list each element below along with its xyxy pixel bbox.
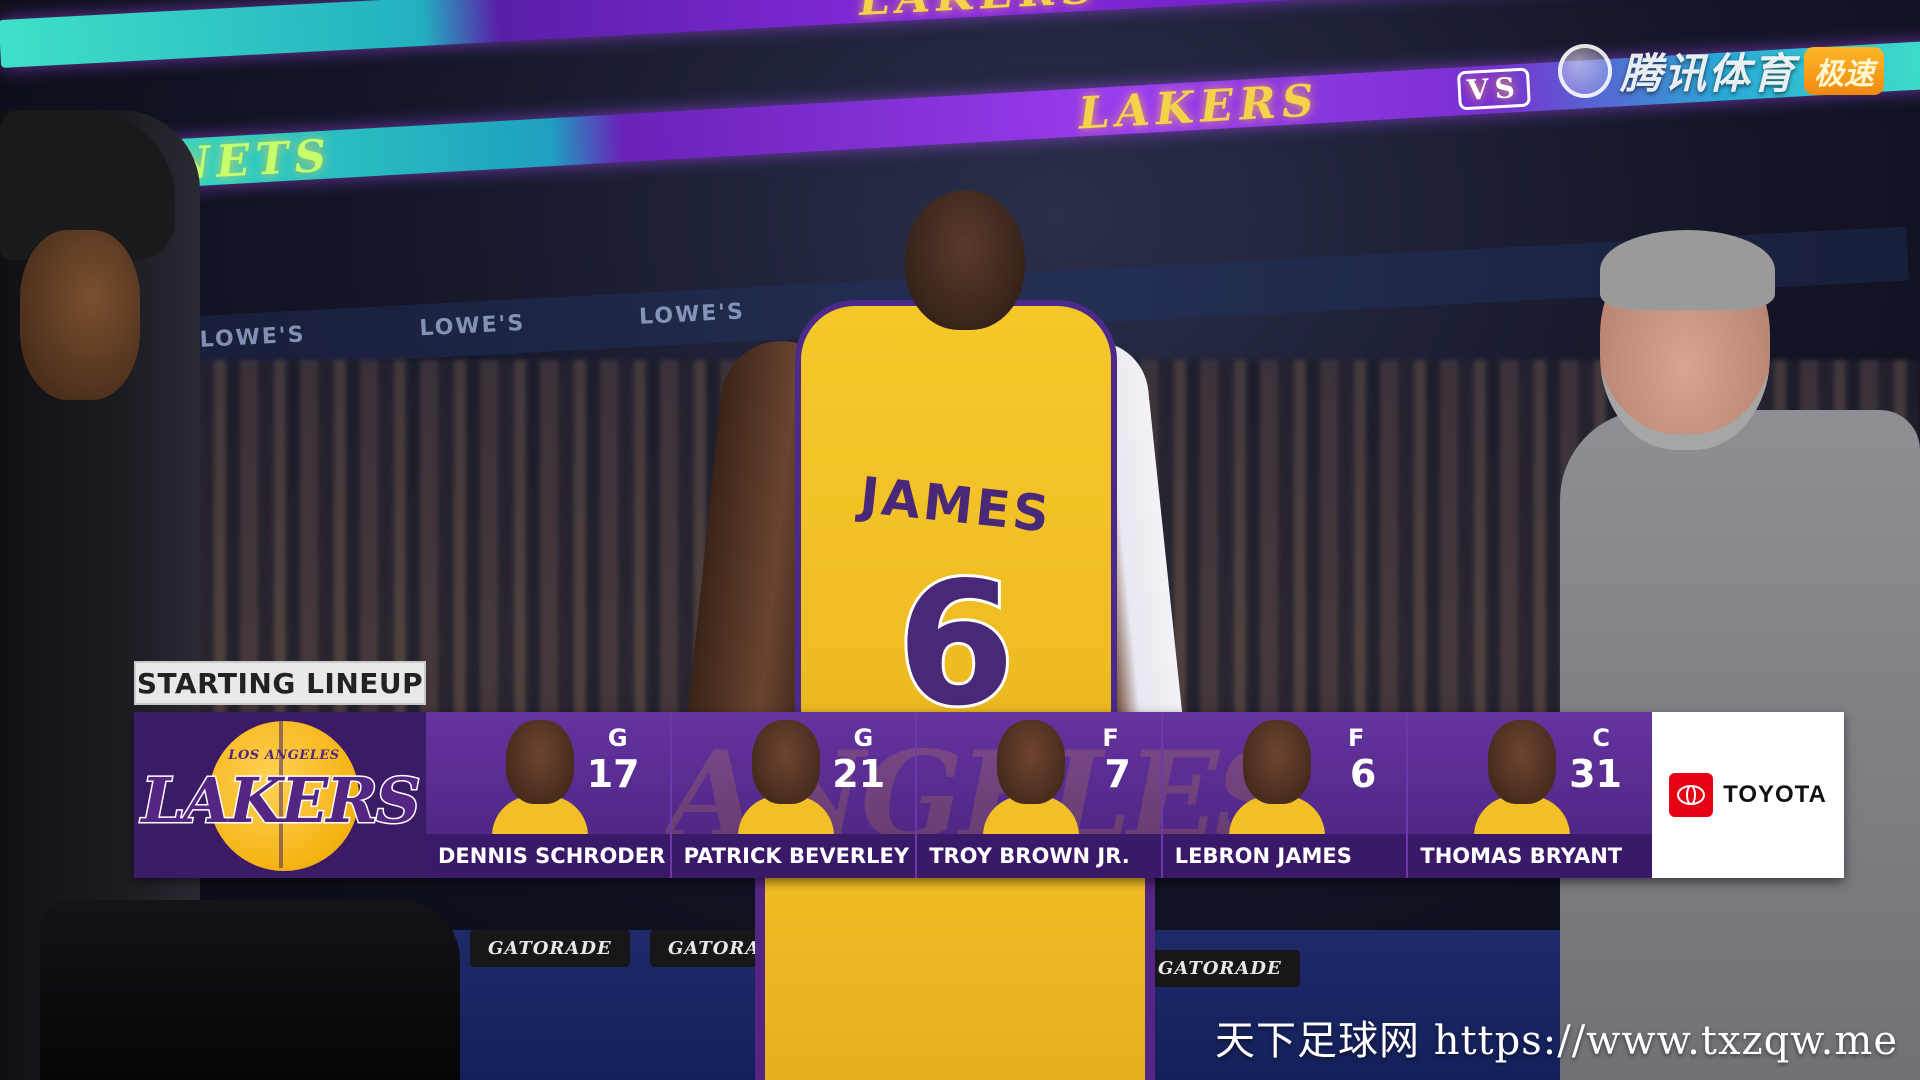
sponsor-logo: TOYOTA <box>1652 712 1844 878</box>
player-position: F <box>1102 724 1119 752</box>
broadcaster-badge: 极速 <box>1804 46 1884 95</box>
lowes-ad-2: LOWE'S <box>418 310 526 342</box>
starting-lineup-bar: LOS ANGELES LAKERS LOS ANGELES LAKERS G … <box>134 712 1844 878</box>
face <box>20 230 140 400</box>
broadcaster-logo: 腾讯体育 极速 <box>1557 40 1884 101</box>
player-number: 17 <box>586 752 640 796</box>
jersey-name: JAMES <box>857 466 1055 544</box>
player-headshot <box>983 720 1080 836</box>
logo-team-text: LAKERS <box>140 763 422 839</box>
hair <box>1600 230 1775 310</box>
arena-scene: LAKERS NETS LAKERS VS LOWE'S LOWE'S LOWE… <box>0 0 1920 1080</box>
player-headshot <box>492 720 588 836</box>
player-name: TROY BROWN JR. <box>917 834 1161 878</box>
player-card: F 6 LEBRON JAMES <box>1162 712 1409 878</box>
player-position: C <box>1592 724 1610 752</box>
player-name: LEBRON JAMES <box>1162 834 1407 878</box>
person-right-gray-jacket <box>1560 230 1920 1080</box>
head <box>905 190 1025 330</box>
players-list: LOS ANGELES LAKERS G 17 DENNIS SCHRODER … <box>426 712 1652 878</box>
player-headshot <box>1228 720 1325 836</box>
player-name: THOMAS BRYANT <box>1408 834 1652 878</box>
player-number: 7 <box>1104 752 1131 796</box>
lebron-james-player: JAMES 6 <box>673 180 1197 1080</box>
site-watermark: 天下足球网 https://www.txzqw.me <box>1215 1018 1898 1064</box>
player-headshot <box>737 720 834 836</box>
player-card: C 31 THOMAS BRYANT <box>1408 712 1652 878</box>
tv-camera <box>40 900 460 1080</box>
player-number: 6 <box>1349 752 1377 796</box>
sponsor-name: TOYOTA <box>1723 781 1827 808</box>
lowes-ad-1: LOWE'S <box>199 322 307 353</box>
starting-lineup-title: STARTING LINEUP <box>134 661 426 705</box>
player-name: PATRICK BEVERLEY <box>671 834 916 878</box>
player-position: G <box>607 724 628 752</box>
player-name: DENNIS SCHRODER <box>426 834 670 878</box>
player-card: G 21 PATRICK BEVERLEY <box>671 712 918 878</box>
player-position: G <box>853 724 874 752</box>
player-card: F 7 TROY BROWN JR. <box>917 712 1163 878</box>
player-position: F <box>1347 724 1365 752</box>
tencent-sports-ball-icon <box>1557 43 1612 98</box>
ribbon-vs-badge: VS <box>1456 67 1531 111</box>
player-card: G 17 DENNIS SCHRODER <box>426 712 672 878</box>
logo-city-text: LOS ANGELES <box>228 748 340 763</box>
broadcaster-name: 腾讯体育 <box>1619 49 1796 98</box>
player-number: 31 <box>1569 752 1622 796</box>
toyota-emblem-icon <box>1669 773 1714 817</box>
gatorade-ad-1: GATORADE <box>470 930 630 967</box>
lakers-logo: LOS ANGELES LAKERS <box>134 712 426 878</box>
player-number: 21 <box>832 752 886 796</box>
player-headshot <box>1474 720 1571 836</box>
